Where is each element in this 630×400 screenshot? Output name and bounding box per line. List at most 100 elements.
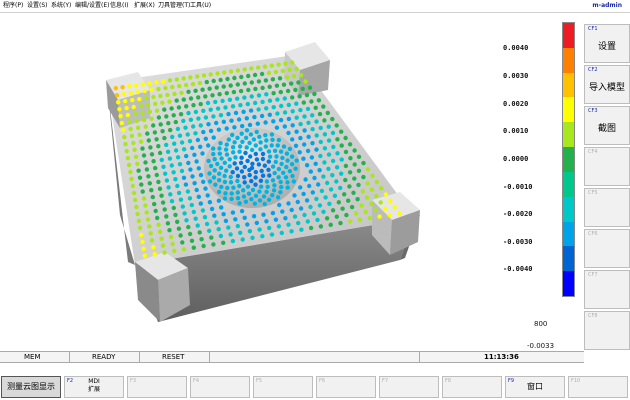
softkey-key-label: F5 [256, 378, 263, 384]
measurement-point [237, 201, 242, 206]
scale-tick: 0.0030 [503, 72, 529, 80]
color-scale-segment [563, 147, 574, 172]
softkey-f3[interactable]: F3 [127, 376, 187, 398]
measurement-point [166, 121, 171, 126]
measurement-point [249, 178, 254, 184]
measurement-point [160, 129, 165, 134]
measurement-point [239, 155, 244, 160]
measurement-point [222, 179, 228, 185]
measurement-point [185, 189, 191, 194]
softkey-f7[interactable]: F7 [379, 376, 439, 398]
measurement-point [348, 156, 353, 161]
measurement-point [201, 243, 206, 249]
measurement-point [218, 141, 223, 146]
measurement-point [303, 79, 308, 84]
softkey-f2-mdi-extend[interactable]: F2 MDI 扩展 [64, 376, 124, 398]
measurement-point [228, 69, 234, 74]
measurement-point [266, 159, 271, 164]
scale-tick: 0.0020 [503, 100, 529, 108]
measurement-point [223, 147, 229, 152]
measurement-point [193, 88, 198, 94]
measurement-point [367, 216, 372, 221]
measurement-point [330, 130, 336, 136]
measurement-point [156, 115, 162, 120]
measurement-point [308, 169, 313, 174]
menu-system[interactable]: 系统(Y) [51, 2, 71, 10]
measurement-point [224, 142, 229, 147]
measurement-point [301, 100, 306, 105]
softkey-cf3-screenshot[interactable]: CF3 截图 [584, 106, 630, 145]
measurement-point [189, 238, 195, 243]
measurement-point [133, 197, 138, 203]
measurement-point [271, 91, 276, 96]
softkey-measure-cloud-display[interactable]: 测量云图显示 [1, 376, 61, 398]
measurement-point [263, 78, 269, 83]
softkey-cf1-settings[interactable]: CF1 设置 [584, 24, 630, 63]
measurement-point [247, 122, 253, 128]
menu-program[interactable]: 程序(P) [3, 2, 23, 10]
cloud-viewport[interactable]: 0.0040 0.0030 0.0020 0.0010 0.0000 -0.00… [0, 14, 583, 350]
measurement-point [221, 240, 226, 245]
softkey-cf5[interactable]: CF5 [584, 188, 630, 227]
measurement-point [338, 220, 343, 226]
measurement-point [267, 84, 272, 90]
measurement-point [232, 140, 237, 145]
softkey-f10[interactable]: F10 [568, 376, 628, 398]
status-bar: MEM READY RESET 11:13:36 [0, 351, 584, 363]
measurement-point [267, 112, 272, 118]
measurement-point [361, 160, 366, 166]
menu-info[interactable]: 信息(I) [110, 2, 128, 10]
menu-tools[interactable]: 工具(U) [190, 2, 211, 10]
softkey-f6[interactable]: F6 [316, 376, 376, 398]
measurement-point [217, 171, 222, 176]
measurement-point [182, 211, 187, 216]
measurement-point [264, 92, 269, 97]
measurement-point [282, 124, 287, 129]
measurement-point [200, 87, 205, 92]
measurement-point [306, 134, 311, 139]
measurement-point [297, 150, 302, 155]
softkey-key-label: F3 [130, 378, 137, 384]
softkey-cf8[interactable]: CF8 [584, 311, 630, 350]
measurement-point [298, 206, 304, 211]
softkey-cf6[interactable]: CF6 [584, 229, 630, 268]
measurement-point [252, 72, 258, 78]
measurement-point [228, 83, 233, 88]
measurement-point [253, 193, 259, 198]
measurement-point [270, 193, 275, 198]
softkey-cf4[interactable]: CF4 [584, 147, 630, 186]
measurement-point [263, 120, 268, 125]
part-3d-model[interactable] [0, 14, 583, 350]
measurement-point [153, 208, 158, 214]
measurement-point [181, 118, 186, 124]
measurement-point [283, 216, 288, 221]
measurement-point [244, 128, 250, 133]
measurement-point [118, 113, 123, 119]
menu-extend[interactable]: 扩展(X) [134, 2, 155, 10]
menu-tool-management[interactable]: 刀具管理(T) [158, 2, 190, 10]
softkey-label: 测量云图显示 [7, 382, 55, 391]
measurement-point [129, 133, 135, 139]
menu-edit-settings[interactable]: 编辑/设置(E) [75, 2, 110, 10]
color-scale-segment [563, 72, 574, 98]
softkey-cf7[interactable]: CF7 [584, 270, 630, 309]
softkey-f5[interactable]: F5 [253, 376, 313, 398]
measurement-point [230, 170, 235, 175]
measurement-point [152, 201, 157, 207]
measurement-point [161, 79, 166, 84]
measurement-point [240, 139, 245, 144]
softkey-f8[interactable]: F8 [442, 376, 502, 398]
measurement-point [321, 174, 326, 179]
softkey-key-label: F7 [382, 378, 389, 384]
menu-settings[interactable]: 设置(S) [27, 2, 48, 10]
measurement-point [289, 154, 295, 159]
measurement-point [224, 152, 230, 157]
softkey-f4[interactable]: F4 [190, 376, 250, 398]
measurement-point [276, 62, 281, 67]
measurement-point [193, 216, 198, 221]
measurement-point [284, 75, 290, 80]
measurement-point [374, 179, 380, 185]
softkey-f9-window[interactable]: F9 窗口 [505, 376, 565, 398]
measurement-point [275, 111, 280, 116]
softkey-cf2-import-model[interactable]: CF2 导入模型 [584, 65, 630, 104]
